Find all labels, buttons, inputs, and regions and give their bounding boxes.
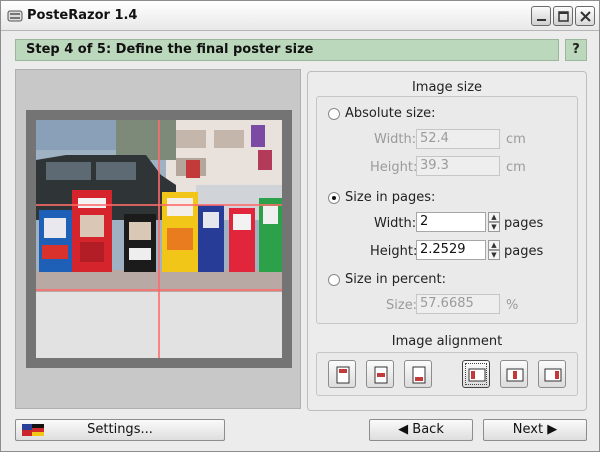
minimize-icon bbox=[537, 19, 546, 21]
spin-down-icon[interactable]: ▼ bbox=[488, 250, 500, 260]
align-bottom-icon bbox=[412, 366, 426, 384]
language-flags-icon bbox=[22, 424, 44, 436]
percent-size-unit: % bbox=[506, 298, 519, 313]
image-size-title: Image size bbox=[411, 80, 483, 95]
absolute-height-unit: cm bbox=[506, 160, 526, 175]
size-in-pages-label: Size in pages: bbox=[345, 190, 436, 205]
image-size-group: Image size Absolute size: Width: 52.4 cm… bbox=[307, 71, 587, 411]
align-middle-button[interactable] bbox=[366, 360, 394, 388]
settings-button[interactable]: Settings... bbox=[15, 419, 225, 441]
poster-preview bbox=[15, 69, 301, 409]
back-label: Back bbox=[412, 422, 444, 437]
percent-size-field[interactable]: 57.6685 bbox=[416, 294, 500, 314]
spin-down-icon[interactable]: ▼ bbox=[488, 222, 500, 232]
step-title: Step 4 of 5: Define the final poster siz… bbox=[26, 42, 314, 57]
absolute-width-unit: cm bbox=[506, 132, 526, 147]
next-button[interactable]: Next ▶ bbox=[483, 419, 587, 441]
pages-width-spinner[interactable]: ▲ ▼ bbox=[488, 212, 500, 232]
settings-label: Settings... bbox=[87, 422, 153, 437]
pages-height-unit: pages bbox=[504, 244, 544, 259]
pages-width-field[interactable]: 2 bbox=[416, 212, 486, 232]
align-left-icon bbox=[468, 368, 486, 382]
close-button[interactable] bbox=[575, 6, 595, 26]
back-button[interactable]: ◀ Back bbox=[369, 419, 473, 441]
poster-image bbox=[36, 120, 282, 358]
percent-radio-indicator[interactable] bbox=[328, 273, 340, 286]
paper-sheet bbox=[26, 110, 292, 368]
next-arrow-icon: ▶ bbox=[547, 422, 558, 437]
size-in-pages-radio[interactable]: Size in pages: bbox=[328, 190, 435, 205]
size-in-percent-label: Size in percent: bbox=[345, 272, 446, 287]
size-in-percent-radio[interactable]: Size in percent: bbox=[328, 272, 446, 287]
pages-width-label: Width: bbox=[374, 216, 417, 231]
title-bar[interactable]: PosteRazor 1.4 bbox=[1, 1, 599, 31]
align-center-button[interactable] bbox=[500, 360, 528, 388]
image-alignment-title: Image alignment bbox=[391, 334, 503, 349]
step-header: Step 4 of 5: Define the final poster siz… bbox=[15, 39, 559, 61]
align-left-button[interactable] bbox=[462, 360, 490, 388]
align-right-button[interactable] bbox=[538, 360, 566, 388]
minimize-button[interactable] bbox=[531, 6, 551, 26]
pages-height-label: Height: bbox=[370, 244, 418, 259]
absolute-width-field[interactable]: 52.4 bbox=[416, 129, 500, 149]
maximize-icon bbox=[558, 11, 569, 22]
help-button[interactable]: ? bbox=[565, 39, 587, 61]
align-top-icon bbox=[336, 366, 350, 384]
align-bottom-button[interactable] bbox=[404, 360, 432, 388]
pages-width-unit: pages bbox=[504, 216, 544, 231]
pages-height-spinner[interactable]: ▲ ▼ bbox=[488, 240, 500, 260]
pages-radio-indicator[interactable] bbox=[328, 191, 340, 204]
app-icon bbox=[7, 10, 23, 22]
absolute-width-label: Width: bbox=[374, 132, 417, 147]
window-title: PosteRazor 1.4 bbox=[27, 8, 138, 23]
percent-size-label: Size: bbox=[386, 298, 418, 313]
next-label: Next bbox=[512, 422, 544, 437]
absolute-height-label: Height: bbox=[370, 160, 418, 175]
pages-height-field[interactable]: 2.2529 bbox=[416, 240, 486, 260]
spin-up-icon[interactable]: ▲ bbox=[488, 240, 500, 250]
back-arrow-icon: ◀ bbox=[398, 422, 409, 437]
absolute-size-radio[interactable]: Absolute size: bbox=[328, 106, 436, 121]
absolute-radio-indicator[interactable] bbox=[328, 107, 340, 120]
maximize-button[interactable] bbox=[553, 6, 573, 26]
align-right-icon bbox=[544, 368, 562, 382]
absolute-size-label: Absolute size: bbox=[345, 106, 436, 121]
align-top-button[interactable] bbox=[328, 360, 356, 388]
align-middle-icon bbox=[374, 366, 388, 384]
absolute-height-field[interactable]: 39.3 bbox=[416, 156, 500, 176]
close-icon bbox=[580, 11, 591, 22]
spin-up-icon[interactable]: ▲ bbox=[488, 212, 500, 222]
app-window: PosteRazor 1.4 Step 4 of 5: Define the f… bbox=[0, 0, 600, 452]
poster-area bbox=[36, 120, 282, 358]
align-center-icon bbox=[506, 368, 524, 382]
